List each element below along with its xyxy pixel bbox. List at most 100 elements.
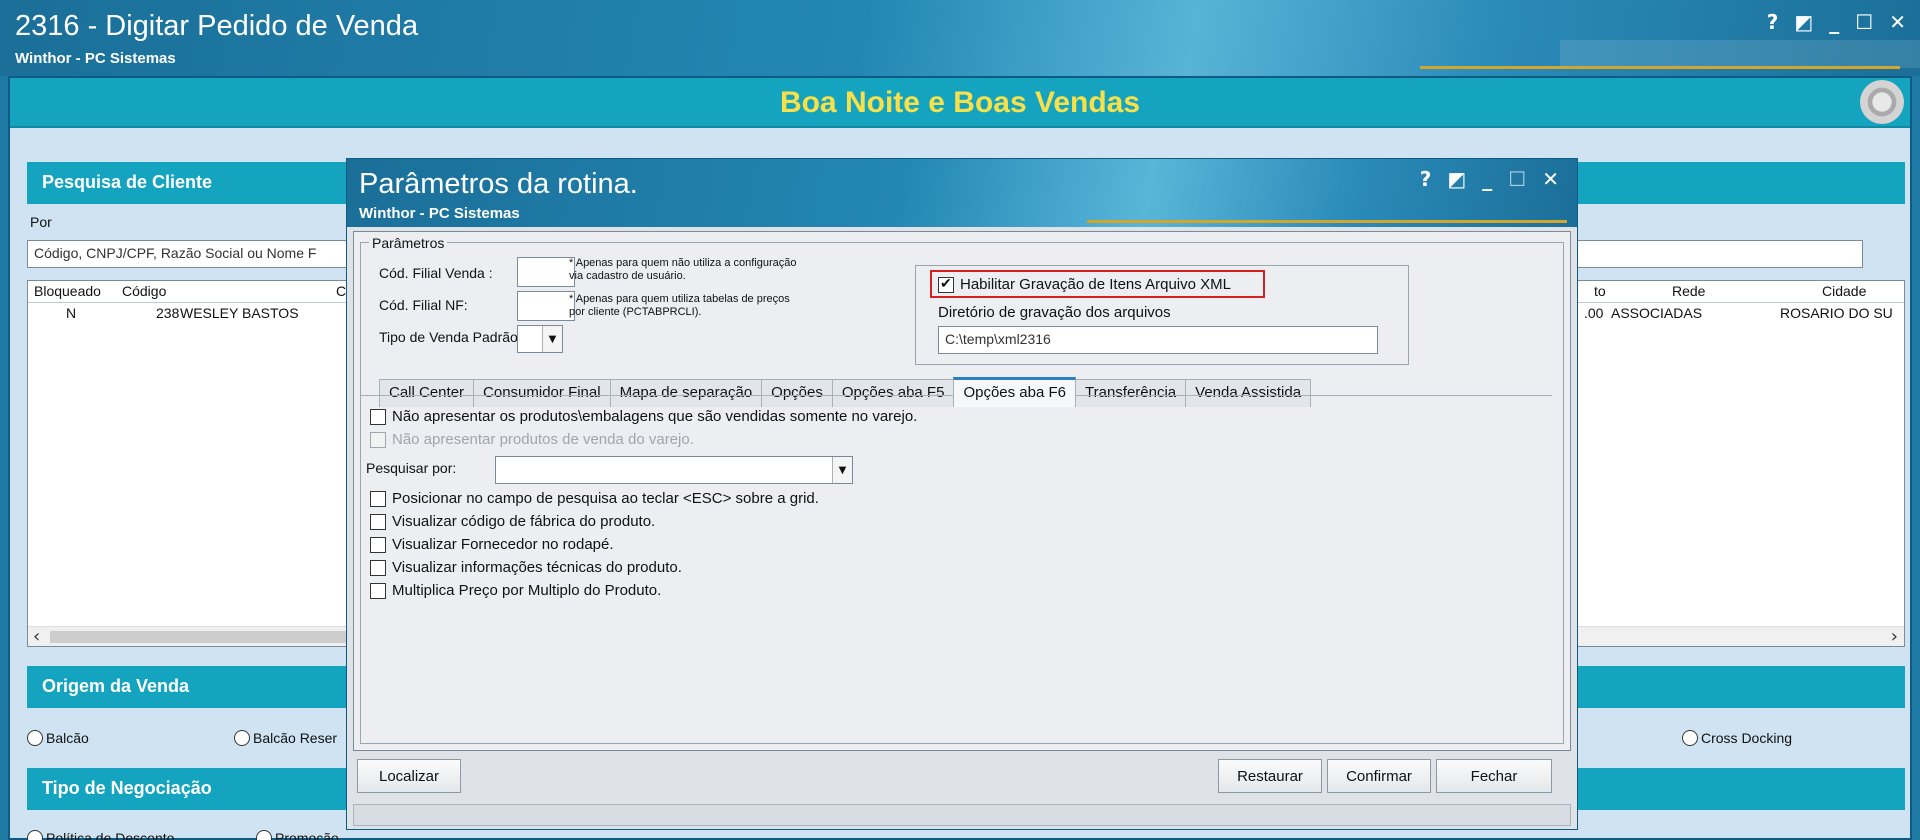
checkbox-label: Não apresentar os produtos\embalagens qu… xyxy=(392,408,918,425)
group-legend: Parâmetros xyxy=(369,235,448,251)
checkbox-label: Posicionar no campo de pesquisa ao tecla… xyxy=(392,490,819,507)
title-bar-accent-line xyxy=(1087,220,1567,223)
checkbox-label: Habilitar Gravação de Itens Arquivo XML xyxy=(960,276,1231,293)
col-header-cliente[interactable]: C xyxy=(336,283,346,299)
checkbox-icon[interactable] xyxy=(370,582,386,599)
radio-circle[interactable] xyxy=(27,830,43,840)
scroll-right-icon[interactable]: › xyxy=(1891,626,1898,647)
dialog-status-bar xyxy=(353,804,1571,826)
dialog-window-controls: ? ◩ _ ☐ ✕ xyxy=(1420,167,1559,191)
chevron-down-icon[interactable]: ▼ xyxy=(542,326,562,352)
col-header-rede[interactable]: Rede xyxy=(1672,283,1705,299)
radio-label: Balcão xyxy=(46,730,89,746)
cell-cidade: ROSARIO DO SU xyxy=(1780,305,1893,321)
radio-balcao-reserva[interactable]: Balcão Reser xyxy=(234,730,337,746)
checkbox-icon[interactable] xyxy=(370,536,386,553)
col-header-bloqueado[interactable]: Bloqueado xyxy=(34,283,101,299)
tab-opcoes-aba-f5[interactable]: Opções aba F5 xyxy=(831,379,955,407)
diretorio-label: Diretório de gravação dos arquivos xyxy=(938,304,1171,321)
tab-venda-assistida[interactable]: Venda Assistida xyxy=(1185,379,1312,407)
option-posicionar-pesquisa[interactable]: Posicionar no campo de pesquisa ao tecla… xyxy=(370,490,819,507)
checkbox-icon[interactable] xyxy=(370,513,386,530)
option-codigo-fabrica[interactable]: Visualizar código de fábrica do produto. xyxy=(370,513,655,530)
close-icon[interactable]: ✕ xyxy=(1889,10,1906,34)
por-label: Por xyxy=(30,214,52,230)
radio-label: Política de Desconto xyxy=(46,830,175,840)
col-header-codigo[interactable]: Código xyxy=(122,283,166,299)
minimize-icon[interactable]: _ xyxy=(1829,10,1839,34)
option-multiplica-preco[interactable]: Multiplica Preço por Multiplo do Produto… xyxy=(370,582,661,599)
option-nao-apresentar-embalagens[interactable]: Não apresentar os produtos\embalagens qu… xyxy=(370,408,917,425)
col-header-to[interactable]: to xyxy=(1594,283,1606,299)
help-icon[interactable]: ? xyxy=(1420,167,1432,191)
cell-to: .00 xyxy=(1584,305,1604,321)
radio-circle[interactable] xyxy=(234,730,250,746)
scroll-left-icon[interactable]: ‹ xyxy=(33,626,40,647)
pesquisar-por-select[interactable]: ▼ xyxy=(495,456,853,484)
checkbox-icon[interactable] xyxy=(938,275,954,293)
cod-filial-nf-label: Cód. Filial NF: xyxy=(379,297,468,313)
radio-circle[interactable] xyxy=(256,830,272,840)
title-bar-decoration xyxy=(1560,40,1920,68)
radio-politica-desconto[interactable]: Política de Desconto xyxy=(27,830,174,840)
close-icon[interactable]: ✕ xyxy=(1542,167,1559,191)
habilitar-xml-checkbox[interactable]: Habilitar Gravação de Itens Arquivo XML xyxy=(938,275,1231,293)
checkbox-label: Visualizar informações técnicas do produ… xyxy=(392,559,682,576)
tab-mapa-separacao[interactable]: Mapa de separação xyxy=(609,379,763,407)
checkbox-icon[interactable] xyxy=(370,408,386,425)
dialog-body: Parâmetros Cód. Filial Venda : * Apenas … xyxy=(353,231,1571,751)
radio-cross-docking[interactable]: Cross Docking xyxy=(1682,730,1792,746)
restore-icon[interactable]: ◩ xyxy=(1447,167,1466,191)
option-nao-apresentar-varejo: Não apresentar produtos de venda do vare… xyxy=(370,431,694,448)
cell-bloqueado: N xyxy=(66,305,77,321)
title-bar-accent-line xyxy=(1420,66,1900,69)
restore-icon[interactable]: ◩ xyxy=(1794,10,1813,34)
tab-consumidor-final[interactable]: Consumidor Final xyxy=(473,379,611,407)
tab-call-center[interactable]: Call Center xyxy=(379,379,475,407)
help-icon[interactable]: ? xyxy=(1767,10,1779,34)
option-informacoes-tecnicas[interactable]: Visualizar informações técnicas do produ… xyxy=(370,559,682,576)
checkbox-icon[interactable] xyxy=(370,490,386,507)
tab-strip: Call Center Consumidor Final Mapa de sep… xyxy=(379,377,1312,407)
pesquisar-por-label: Pesquisar por: xyxy=(366,460,457,476)
fechar-button[interactable]: Fechar xyxy=(1436,759,1552,793)
maximize-icon[interactable]: ☐ xyxy=(1855,10,1873,34)
checkbox-icon[interactable] xyxy=(370,559,386,576)
xml-panel: Habilitar Gravação de Itens Arquivo XML … xyxy=(915,265,1409,365)
restaurar-button[interactable]: Restaurar xyxy=(1218,759,1322,793)
tab-opcoes-aba-f6[interactable]: Opções aba F6 xyxy=(953,377,1076,407)
parametros-dialog: Parâmetros da rotina. Winthor - PC Siste… xyxy=(346,158,1578,830)
gear-icon[interactable] xyxy=(1860,80,1904,124)
checkbox-label: Visualizar Fornecedor no rodapé. xyxy=(392,536,614,553)
dialog-subtitle: Winthor - PC Sistemas xyxy=(359,205,520,222)
localizar-button[interactable]: Localizar xyxy=(357,759,461,793)
tipo-venda-select[interactable]: ▼ xyxy=(517,325,563,353)
radio-circle[interactable] xyxy=(1682,730,1698,746)
option-fornecedor-rodape[interactable]: Visualizar Fornecedor no rodapé. xyxy=(370,536,614,553)
cod-filial-venda-input[interactable] xyxy=(517,257,575,287)
cell-rede: ASSOCIADAS xyxy=(1611,305,1703,321)
chevron-down-icon[interactable]: ▼ xyxy=(832,457,852,483)
radio-label: Cross Docking xyxy=(1701,730,1793,746)
dialog-footer: Localizar Restaurar Confirmar Fechar xyxy=(353,753,1571,797)
tab-transferencia[interactable]: Transferência xyxy=(1075,379,1187,407)
window-controls: ? ◩ _ ☐ ✕ xyxy=(1767,10,1906,34)
cell-cliente: WESLEY BASTOS xyxy=(180,305,299,321)
minimize-icon[interactable]: _ xyxy=(1482,167,1492,191)
confirmar-button[interactable]: Confirmar xyxy=(1327,759,1431,793)
maximize-icon: ☐ xyxy=(1508,167,1527,191)
dialog-title-bar: Parâmetros da rotina. Winthor - PC Siste… xyxy=(347,159,1577,227)
radio-label: Balcão Reser xyxy=(253,730,338,746)
tab-opcoes[interactable]: Opções xyxy=(761,379,833,407)
col-header-cidade[interactable]: Cidade xyxy=(1822,283,1866,299)
radio-circle[interactable] xyxy=(27,730,43,746)
diretorio-input[interactable]: C:\temp\xml2316 xyxy=(938,326,1378,354)
radio-label: Promoção xyxy=(275,830,339,840)
cod-filial-nf-input[interactable] xyxy=(517,291,575,321)
window-title: 2316 - Digitar Pedido de Venda xyxy=(15,10,419,42)
cell-codigo: 238 xyxy=(156,305,180,321)
radio-promocao[interactable]: Promoção xyxy=(256,830,339,840)
main-title-bar: 2316 - Digitar Pedido de Venda Winthor -… xyxy=(0,0,1920,76)
radio-balcao[interactable]: Balcão xyxy=(27,730,89,746)
checkbox-icon xyxy=(370,431,386,448)
